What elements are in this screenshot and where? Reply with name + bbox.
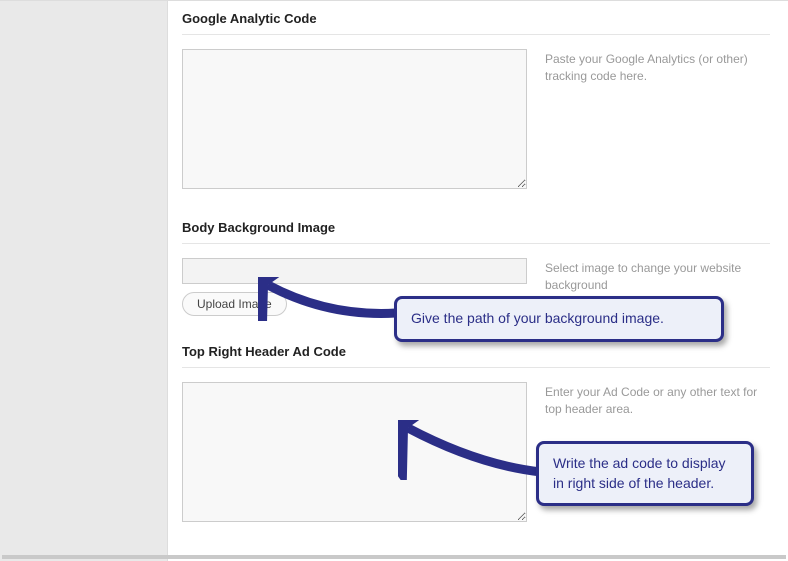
section-analytics: Google Analytic Code Paste your Google A… — [182, 11, 770, 192]
help-analytics: Paste your Google Analytics (or other) t… — [545, 49, 770, 192]
adcode-textarea[interactable] — [182, 382, 527, 522]
upload-image-button[interactable]: Upload Image — [182, 292, 287, 316]
row-analytics: Paste your Google Analytics (or other) t… — [182, 49, 770, 192]
callout-bg-path: Give the path of your background image. — [394, 296, 724, 342]
control-col-analytics — [182, 49, 527, 192]
bodybg-path-input[interactable] — [182, 258, 527, 284]
sidebar — [0, 1, 168, 561]
section-title-analytics: Google Analytic Code — [182, 11, 770, 35]
callout-bg-text: Give the path of your background image. — [411, 310, 664, 326]
bottom-border — [2, 555, 786, 559]
callout-ad-code: Write the ad code to display in right si… — [536, 441, 754, 506]
analytics-code-textarea[interactable] — [182, 49, 527, 189]
control-col-adcode — [182, 382, 527, 525]
section-title-adcode: Top Right Header Ad Code — [182, 344, 770, 368]
callout-ad-text: Write the ad code to display in right si… — [553, 455, 726, 491]
section-title-bodybg: Body Background Image — [182, 220, 770, 244]
